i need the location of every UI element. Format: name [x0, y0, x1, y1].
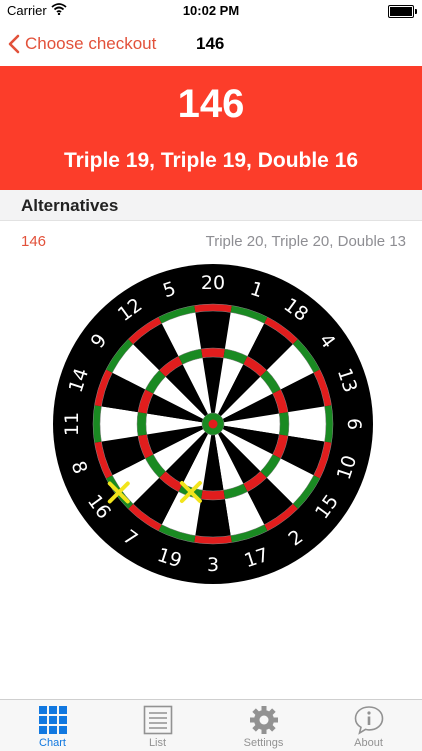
tab-bar: Chart List Settings About	[0, 699, 422, 751]
back-button-label: Choose checkout	[25, 34, 157, 53]
triple-3	[201, 490, 225, 500]
grid-icon	[39, 706, 67, 734]
checkout-combination: Triple 19, Triple 19, Double 16	[63, 149, 359, 172]
alternative-score: 146	[21, 233, 47, 250]
gear-icon	[250, 706, 278, 734]
tab-about[interactable]: About	[316, 700, 421, 751]
list-icon	[143, 705, 173, 735]
battery-icon	[388, 5, 417, 18]
dartboard[interactable]: 20 11841361015217319716811149125	[52, 263, 374, 585]
board-number: 3	[207, 554, 219, 576]
alternatives-title: Alternatives	[21, 196, 119, 215]
tab-chart-label: Chart	[39, 737, 66, 749]
checkout-score: 146	[177, 82, 245, 126]
bullseye[interactable]	[208, 419, 218, 429]
status-bar: Carrier 10:02 PM	[0, 0, 422, 22]
tab-chart[interactable]: Chart	[0, 700, 105, 751]
nav-title: 146	[196, 34, 225, 53]
board-number: 20	[201, 272, 225, 294]
tab-settings[interactable]: Settings	[211, 700, 316, 751]
tab-list-label: List	[148, 737, 167, 749]
tab-about-label: About	[354, 737, 383, 749]
alternatives-header: Alternatives	[0, 190, 422, 221]
navigation-bar: Choose checkout 146	[0, 22, 422, 66]
triple-6	[279, 412, 289, 436]
tab-list[interactable]: List	[105, 700, 210, 751]
alternative-row[interactable]: 146 Triple 20, Triple 20, Double 13	[0, 221, 422, 263]
chevron-left-icon	[8, 34, 20, 54]
clock: 10:02 PM	[182, 3, 240, 18]
info-bubble-icon	[354, 706, 384, 735]
board-number: 6	[343, 418, 365, 430]
triple-11	[137, 412, 147, 436]
checkout-banner: 146 Triple 19, Triple 19, Double 16	[0, 66, 422, 190]
alternative-combination: Triple 20, Triple 20, Double 13	[205, 233, 406, 250]
board-number: 11	[61, 412, 83, 436]
tab-settings-label: Settings	[243, 737, 284, 749]
triple-20	[201, 348, 225, 358]
back-button[interactable]: Choose checkout	[8, 30, 156, 58]
